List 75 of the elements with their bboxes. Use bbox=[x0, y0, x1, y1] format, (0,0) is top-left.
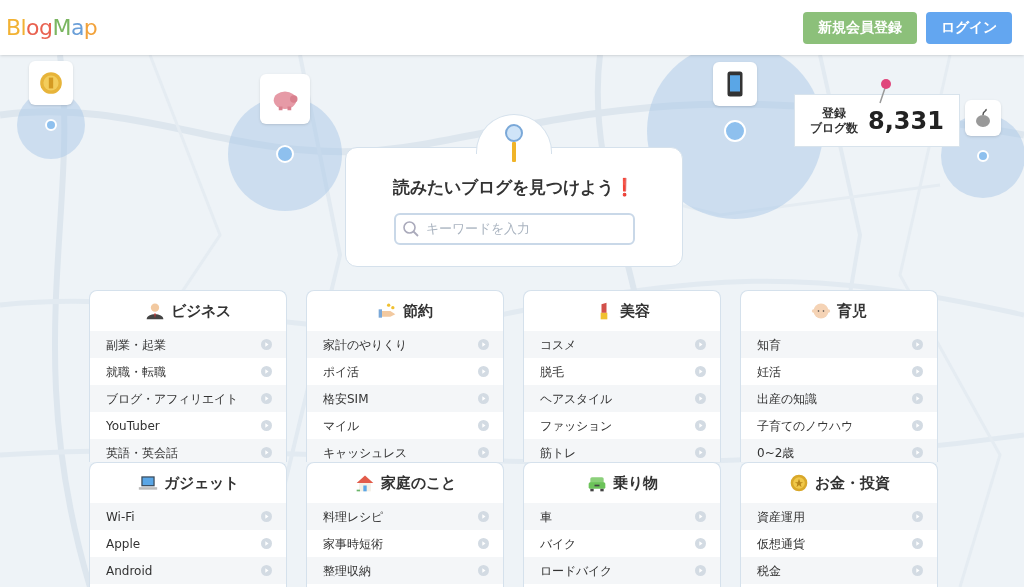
counter-label: 登録 bbox=[822, 105, 847, 121]
arrow-circle-icon bbox=[478, 565, 489, 576]
arrow-circle-icon bbox=[478, 366, 489, 377]
category-link[interactable]: コスメ bbox=[524, 331, 720, 358]
arrow-circle-icon bbox=[261, 565, 272, 576]
category-title: お金・投資 bbox=[814, 472, 890, 494]
arrow-circle-icon bbox=[261, 366, 272, 377]
category-link[interactable]: 格安SIM bbox=[307, 385, 503, 412]
arrow-circle-icon bbox=[478, 538, 489, 549]
arrow-circle-icon bbox=[695, 538, 706, 549]
category-link[interactable]: ブログ・アフィリエイト bbox=[90, 385, 286, 412]
house-icon bbox=[354, 473, 375, 493]
arrow-circle-icon bbox=[912, 511, 923, 522]
arrow-circle-icon bbox=[912, 447, 923, 458]
arrow-circle-icon bbox=[695, 339, 706, 350]
baby-face-icon bbox=[811, 301, 831, 321]
arrow-circle-icon bbox=[478, 393, 489, 404]
arrow-circle-icon bbox=[261, 393, 272, 404]
arrow-circle-icon bbox=[912, 339, 923, 350]
hand-icon bbox=[377, 301, 397, 321]
arrow-circle-icon bbox=[478, 447, 489, 458]
category-link[interactable]: 知育 bbox=[741, 331, 937, 358]
category-link[interactable]: ロードバイク bbox=[524, 557, 720, 584]
arrow-circle-icon bbox=[695, 565, 706, 576]
arrow-circle-icon bbox=[695, 511, 706, 522]
counter-value: 8,331 bbox=[868, 105, 944, 137]
pin-bubble[interactable] bbox=[713, 62, 757, 106]
category-link[interactable]: 家計のやりくり bbox=[307, 331, 503, 358]
category-title: 節約 bbox=[403, 300, 433, 322]
category-link[interactable]: 副業・起業 bbox=[90, 331, 286, 358]
arrow-circle-icon bbox=[478, 339, 489, 350]
arrow-circle-icon bbox=[261, 420, 272, 431]
category-link[interactable]: 英語・英会話 bbox=[90, 439, 286, 462]
category-title: ガジェット bbox=[163, 472, 239, 494]
category-link[interactable]: Wi-Fi bbox=[90, 503, 286, 530]
arrow-circle-icon bbox=[695, 420, 706, 431]
category-link[interactable]: 出産の知識 bbox=[741, 385, 937, 412]
search-field[interactable]: キーワードを入力 bbox=[393, 212, 635, 245]
arrow-circle-icon bbox=[912, 538, 923, 549]
category-title: 美容 bbox=[620, 300, 650, 322]
search-icon bbox=[401, 219, 420, 238]
category-link[interactable]: 資産運用 bbox=[741, 503, 937, 530]
category-title: 乗り物 bbox=[612, 472, 658, 494]
category-link[interactable]: 0~2歳 bbox=[741, 439, 937, 462]
arrow-circle-icon bbox=[261, 339, 272, 350]
arrow-circle-icon bbox=[478, 420, 489, 431]
category-link[interactable]: ヘアスタイル bbox=[524, 385, 720, 412]
category-title: ビジネス bbox=[171, 300, 231, 322]
search-heading: 読みたいブログを見つけよう❗ bbox=[393, 176, 635, 199]
map-pin-icon bbox=[876, 78, 892, 104]
laptop-icon bbox=[137, 473, 158, 493]
arrow-circle-icon bbox=[912, 420, 923, 431]
arrow-circle-icon bbox=[261, 511, 272, 522]
arrow-circle-icon bbox=[912, 366, 923, 377]
person-icon bbox=[145, 301, 165, 321]
coin-icon bbox=[788, 473, 809, 493]
arrow-circle-icon bbox=[261, 447, 272, 458]
arrow-circle-icon bbox=[695, 366, 706, 377]
coin-icon bbox=[38, 70, 64, 96]
category-link[interactable]: 税金 bbox=[741, 557, 937, 584]
arrow-circle-icon bbox=[912, 393, 923, 404]
category-link[interactable]: キャッシュレス bbox=[307, 439, 503, 462]
category-title: 育児 bbox=[837, 300, 867, 322]
arrow-circle-icon bbox=[695, 393, 706, 404]
counter-label: ブログ数 bbox=[810, 120, 859, 136]
category-link[interactable]: Android bbox=[90, 557, 286, 584]
arrow-circle-icon bbox=[478, 511, 489, 522]
category-link[interactable]: 車 bbox=[524, 503, 720, 530]
arrow-circle-icon bbox=[695, 447, 706, 458]
category-link[interactable]: 整理収納 bbox=[307, 557, 503, 584]
category-link[interactable]: 料理レシピ bbox=[307, 503, 503, 530]
category-link[interactable]: 筋トレ bbox=[524, 439, 720, 462]
arrow-circle-icon bbox=[912, 565, 923, 576]
category-title: 家庭のこと bbox=[380, 472, 456, 494]
arrow-circle-icon bbox=[261, 538, 272, 549]
